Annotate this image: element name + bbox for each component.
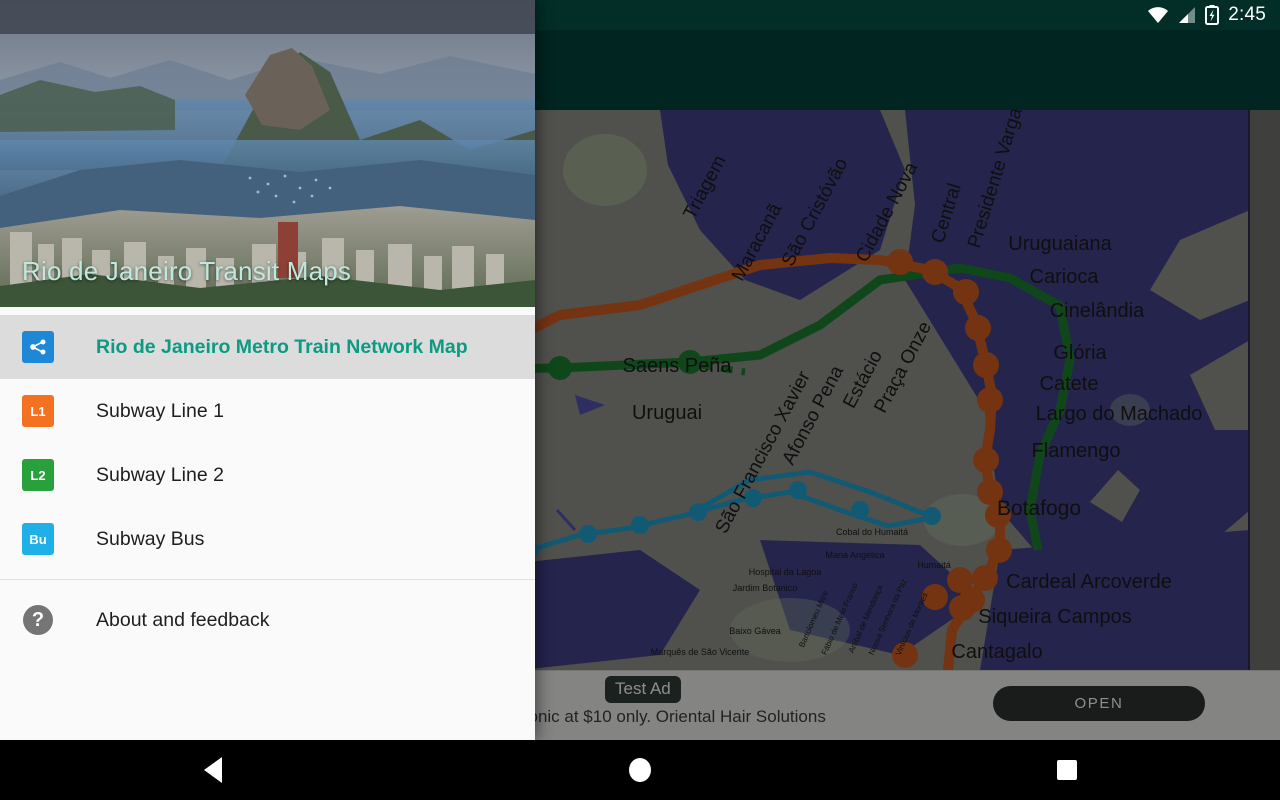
- cell-signal-icon: [1179, 7, 1196, 23]
- recents-square-icon[interactable]: [1007, 740, 1127, 800]
- sidebar-item-subway-bus[interactable]: Bu Subway Bus: [0, 507, 535, 571]
- sidebar-item-subway-line-1[interactable]: L1 Subway Line 1: [0, 379, 535, 443]
- navigation-drawer: Rio de Janeiro Transit Maps Rio de Janei…: [0, 0, 535, 740]
- status-time: 2:45: [1228, 4, 1266, 25]
- home-circle-icon[interactable]: [580, 740, 700, 800]
- share-network-icon: [22, 331, 54, 363]
- drawer-divider: [0, 579, 535, 580]
- drawer-title: Rio de Janeiro Transit Maps: [22, 256, 352, 286]
- sidebar-item-label: Subway Bus: [96, 527, 205, 550]
- drawer-header: Rio de Janeiro Transit Maps: [0, 0, 535, 307]
- sidebar-item-subway-line-2[interactable]: L2 Subway Line 2: [0, 443, 535, 507]
- wifi-icon: [1148, 7, 1169, 23]
- line-badge-icon: L2: [22, 459, 54, 491]
- android-nav-bar: [0, 740, 1280, 800]
- sidebar-item-label: Subway Line 2: [96, 463, 224, 486]
- back-triangle-icon[interactable]: [153, 740, 273, 800]
- drawer-nav-list: Rio de Janeiro Metro Train Network Map L…: [0, 307, 535, 652]
- sidebar-item-label: About and feedback: [96, 608, 270, 631]
- sidebar-item-about-feedback[interactable]: ? About and feedback: [0, 588, 535, 652]
- sidebar-item-label: Rio de Janeiro Metro Train Network Map: [96, 335, 468, 358]
- screen-root: Saens Peña Uruguai Uruguaiana Carioca Cinelâ…: [0, 0, 1280, 800]
- help-icon: ?: [22, 604, 54, 636]
- status-icons: [1147, 5, 1220, 25]
- battery-charging-icon: [1205, 5, 1220, 25]
- line-badge-icon: L1: [22, 395, 54, 427]
- line-badge-icon: Bu: [22, 523, 54, 555]
- sidebar-item-network-map[interactable]: Rio de Janeiro Metro Train Network Map: [0, 315, 535, 379]
- sidebar-item-label: Subway Line 1: [96, 399, 224, 422]
